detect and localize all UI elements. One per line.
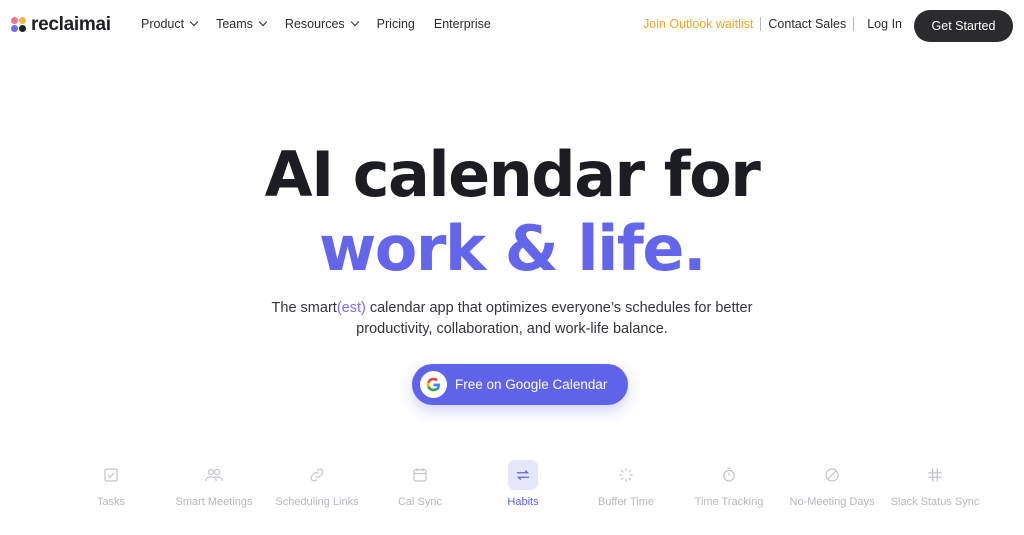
chevron-down-icon xyxy=(258,17,268,27)
loader-icon xyxy=(611,460,641,490)
chevron-down-icon xyxy=(350,17,359,27)
nav-item-label: Product xyxy=(141,17,185,31)
nav-item-label: Teams xyxy=(216,17,253,31)
contact-sales-link[interactable]: Contact Sales xyxy=(761,17,855,31)
login-link[interactable]: Log In xyxy=(854,17,902,31)
feature-label: Buffer Time xyxy=(597,496,655,508)
link-icon xyxy=(302,460,332,490)
feature-tab-smart-meetings[interactable]: Smart Meetings xyxy=(164,460,264,509)
feature-tab-buffer-time[interactable]: Buffer Time xyxy=(576,460,676,509)
subtitle-line2: productivity, collaboration, and work-li… xyxy=(356,321,668,337)
feature-tab-habits[interactable]: Habits xyxy=(473,460,573,509)
top-navigation: reclaimai Product Teams Resources Pricin… xyxy=(0,0,1024,52)
cta-label: Free on Google Calendar xyxy=(455,377,608,392)
feature-label: Tasks xyxy=(96,496,126,508)
outlook-waitlist-link[interactable]: Join Outlook waitlist xyxy=(643,17,762,31)
feature-tab-no-meeting-days[interactable]: No-Meeting Days xyxy=(782,460,882,509)
nav-item-product[interactable]: Product xyxy=(141,17,199,31)
nav-links: Product Teams Resources Pricing Enterpri… xyxy=(141,17,510,31)
feature-label: Smart Meetings xyxy=(175,496,253,508)
google-calendar-cta-button[interactable]: Free on Google Calendar xyxy=(412,364,628,405)
feature-label: Scheduling Links xyxy=(275,496,359,508)
subtitle-accent: (est) xyxy=(336,300,366,316)
reclaim-logo[interactable]: reclaimai xyxy=(11,14,111,36)
subtitle-rest: calendar app that optimizes everyone’s s… xyxy=(365,300,753,316)
feature-tab-cal-sync[interactable]: Cal Sync xyxy=(370,460,470,509)
nav-right-links: Join Outlook waitlist Contact Sales Log … xyxy=(643,17,902,31)
hero-subtitle: The smart(est) calendar app that optimiz… xyxy=(0,298,1024,340)
calendar-icon xyxy=(405,460,435,490)
nav-item-resources[interactable]: Resources xyxy=(284,17,359,31)
slack-icon xyxy=(920,460,950,490)
feature-label: No-Meeting Days xyxy=(789,496,875,508)
nav-item-enterprise[interactable]: Enterprise xyxy=(434,17,491,31)
feature-label: Time Tracking xyxy=(694,496,764,508)
feature-tab-tasks[interactable]: Tasks xyxy=(61,460,161,509)
get-started-button[interactable]: Get Started xyxy=(914,10,1013,42)
nav-item-label: Resources xyxy=(284,17,345,31)
stopwatch-icon xyxy=(714,460,744,490)
feature-tab-slack-status-sync[interactable]: Slack Status Sync xyxy=(885,460,985,509)
feature-label: Slack Status Sync xyxy=(890,496,980,508)
subtitle-prefix: The smart xyxy=(271,300,337,316)
feature-tab-time-tracking[interactable]: Time Tracking xyxy=(679,460,779,509)
hero-title-accent: work & life. xyxy=(319,212,707,285)
feature-tab-scheduling-links[interactable]: Scheduling Links xyxy=(267,460,367,509)
nav-item-label: Enterprise xyxy=(433,17,491,31)
feature-tabs: Tasks Smart Meetings Scheduling Links Ca… xyxy=(0,460,1024,535)
chevron-down-icon xyxy=(189,17,199,27)
people-icon xyxy=(199,460,229,490)
nav-item-pricing[interactable]: Pricing xyxy=(377,17,415,31)
feature-label: Habits xyxy=(507,496,539,508)
prohibit-icon xyxy=(817,460,847,490)
nav-item-teams[interactable]: Teams xyxy=(216,17,268,31)
hero-title: AI calendar for xyxy=(264,138,761,211)
logo-text: reclaimai xyxy=(31,14,111,35)
logo-mark-icon xyxy=(11,17,27,33)
checkbox-icon xyxy=(96,460,126,490)
repeat-icon xyxy=(508,460,538,490)
google-icon xyxy=(420,371,447,398)
nav-item-label: Pricing xyxy=(376,17,415,31)
feature-label: Cal Sync xyxy=(397,496,443,508)
